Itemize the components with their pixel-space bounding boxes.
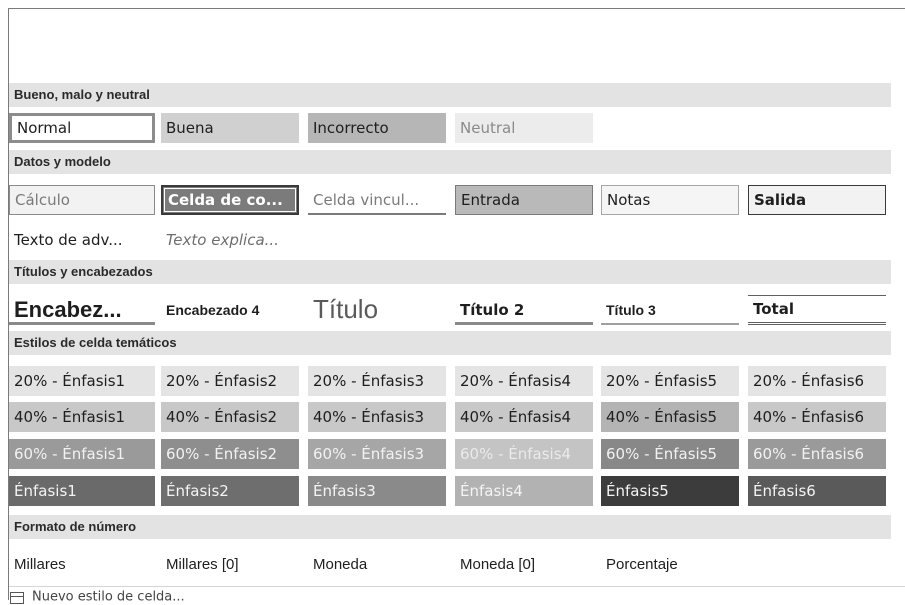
style-60-enfasis2[interactable]: 60% - Énfasis2 xyxy=(161,439,299,469)
style-titulo-2[interactable]: Título 2 xyxy=(455,295,593,325)
style-normal[interactable]: Normal xyxy=(9,113,155,143)
style-40-enfasis3[interactable]: 40% - Énfasis3 xyxy=(308,402,446,432)
style-moneda[interactable]: Moneda xyxy=(308,550,446,580)
style-salida[interactable]: Salida xyxy=(748,185,886,215)
style-40-enfasis4[interactable]: 40% - Énfasis4 xyxy=(455,402,593,432)
style-incorrecto[interactable]: Incorrecto xyxy=(308,113,446,143)
style-entrada[interactable]: Entrada xyxy=(455,185,593,215)
style-celda-vinculada[interactable]: Celda vincul... xyxy=(308,185,446,215)
style-40-enfasis6[interactable]: 40% - Énfasis6 xyxy=(748,402,886,432)
new-cell-style-label: Nuevo estilo de celda... xyxy=(32,589,185,605)
style-texto-explicativo[interactable]: Texto explica... xyxy=(161,225,299,255)
section-header-titulos-encabezados: Títulos y encabezados xyxy=(9,260,891,284)
style-60-enfasis6[interactable]: 60% - Énfasis6 xyxy=(748,439,886,469)
style-texto-advertencia[interactable]: Texto de adv... xyxy=(9,225,155,255)
style-20-enfasis4[interactable]: 20% - Énfasis4 xyxy=(455,366,593,396)
style-millares-0[interactable]: Millares [0] xyxy=(161,550,299,580)
style-20-enfasis1[interactable]: 20% - Énfasis1 xyxy=(9,366,155,396)
style-20-enfasis2[interactable]: 20% - Énfasis2 xyxy=(161,366,299,396)
style-enfasis5[interactable]: Énfasis5 xyxy=(601,476,739,506)
style-40-enfasis5[interactable]: 40% - Énfasis5 xyxy=(601,402,739,432)
style-calculo[interactable]: Cálculo xyxy=(9,185,155,215)
style-20-enfasis5[interactable]: 20% - Énfasis5 xyxy=(601,366,739,396)
footer-divider xyxy=(9,586,905,587)
style-encabezado-1[interactable]: Encabez... xyxy=(9,295,155,325)
style-encabezado-4[interactable]: Encabezado 4 xyxy=(161,295,299,325)
style-enfasis1[interactable]: Énfasis1 xyxy=(9,476,155,506)
style-20-enfasis3[interactable]: 20% - Énfasis3 xyxy=(308,366,446,396)
new-cell-style-icon xyxy=(10,592,24,604)
style-titulo-3[interactable]: Título 3 xyxy=(601,295,739,325)
style-enfasis2[interactable]: Énfasis2 xyxy=(161,476,299,506)
style-60-enfasis3[interactable]: 60% - Énfasis3 xyxy=(308,439,446,469)
style-20-enfasis6[interactable]: 20% - Énfasis6 xyxy=(748,366,886,396)
style-moneda-0[interactable]: Moneda [0] xyxy=(455,550,593,580)
section-header-datos-modelo: Datos y modelo xyxy=(9,150,891,174)
style-millares[interactable]: Millares xyxy=(9,550,155,580)
style-60-enfasis1[interactable]: 60% - Énfasis1 xyxy=(9,439,155,469)
style-titulo[interactable]: Título xyxy=(308,295,446,325)
new-cell-style-menu-item[interactable]: Nuevo estilo de celda... xyxy=(10,589,185,605)
style-40-enfasis2[interactable]: 40% - Énfasis2 xyxy=(161,402,299,432)
style-notas[interactable]: Notas xyxy=(601,185,739,215)
style-enfasis6[interactable]: Énfasis6 xyxy=(748,476,886,506)
section-header-formato-numero: Formato de número xyxy=(9,515,891,539)
style-neutral[interactable]: Neutral xyxy=(455,113,593,143)
style-40-enfasis1[interactable]: 40% - Énfasis1 xyxy=(9,402,155,432)
style-buena[interactable]: Buena xyxy=(161,113,299,143)
style-60-enfasis4[interactable]: 60% - Énfasis4 xyxy=(455,439,593,469)
style-enfasis4[interactable]: Énfasis4 xyxy=(455,476,593,506)
section-header-bueno-malo-neutral: Bueno, malo y neutral xyxy=(9,83,891,107)
style-enfasis3[interactable]: Énfasis3 xyxy=(308,476,446,506)
style-total[interactable]: Total xyxy=(748,295,886,325)
style-60-enfasis5[interactable]: 60% - Énfasis5 xyxy=(601,439,739,469)
style-porcentaje[interactable]: Porcentaje xyxy=(601,550,739,580)
style-celda-comprobacion[interactable]: Celda de co... xyxy=(161,185,299,215)
section-header-estilos-tematicos: Estilos de celda temáticos xyxy=(9,331,891,355)
